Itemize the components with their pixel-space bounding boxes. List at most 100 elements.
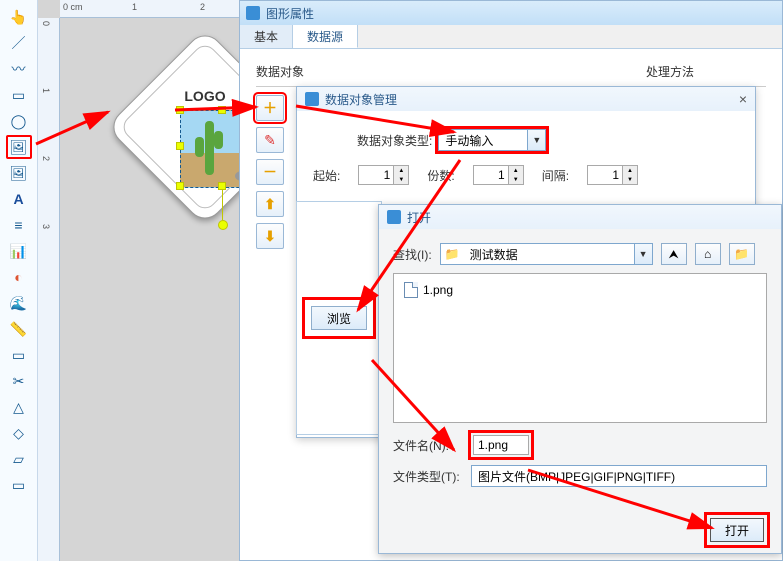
add-data-object-button[interactable]: ＋ [256,95,284,121]
edit-data-object-button[interactable]: ✎ [256,127,284,153]
cactus-icon [195,121,223,177]
file-name: 1.png [423,283,453,297]
tab-data-source[interactable]: 数据源 [293,25,358,48]
tool-ellipse[interactable]: ◯ [6,109,32,133]
start-label: 起始: [313,167,340,184]
tool-text[interactable]: A [6,187,32,211]
rotation-handle[interactable] [218,220,228,230]
lookin-input[interactable] [464,244,634,264]
tool-cut[interactable]: ✂ [6,369,32,393]
ruler-horizontal: 0 cm 1 2 [60,0,243,18]
browse-panel: 浏览 [296,201,382,435]
move-up-button[interactable]: ⬆ [256,191,284,217]
up-folder-button[interactable]: ⮝ [661,243,687,265]
tool-parallelogram[interactable]: ▱ [6,447,32,471]
tool-ruler[interactable]: 📏 [6,317,32,341]
move-down-button[interactable]: ⬇ [256,223,284,249]
dialog-titlebar[interactable]: 打开 [379,205,781,229]
filename-input[interactable] [473,435,529,455]
selection-handle[interactable] [176,106,184,114]
browse-button[interactable]: 浏览 [311,306,367,330]
file-item[interactable]: 1.png [400,280,760,300]
canvas[interactable]: LOGO [60,18,243,561]
open-button[interactable]: 打开 [710,518,764,542]
ruler-tick: 0 cm [63,2,83,12]
spin-down-icon[interactable]: ▼ [394,175,408,184]
selection-handle[interactable] [176,182,184,190]
tool-pointer[interactable]: 👆 [6,5,32,29]
lookin-label: 查找(I): [393,246,432,263]
browse-highlight: 浏览 [305,300,373,336]
tool-image[interactable]: 🖼 [6,135,32,159]
start-spinner[interactable]: ▲▼ [358,165,409,185]
filetype-combo[interactable] [471,465,767,487]
tool-image2[interactable]: 🖼 [6,161,32,185]
tool-barcode[interactable]: 📊 [6,239,32,263]
dialog-icon [305,92,319,106]
open-dialog: 打开 查找(I): 📁 ▼ ⮝ ⌂ 📁 1.png 文件名(N): [378,204,782,554]
panel-titlebar: 图形属性 [240,1,782,25]
tabs: 基本 数据源 [240,25,782,49]
count-label: 份数: [427,167,454,184]
logo-text: LOGO [184,88,225,104]
tool-rect[interactable]: ▭ [6,83,32,107]
tool-diamond[interactable]: ◇ [6,421,32,445]
home-button[interactable]: ⌂ [695,243,721,265]
folder-icon: 📁 [441,247,464,261]
tool-rect2[interactable]: ▭ [6,343,32,367]
tab-basic[interactable]: 基本 [240,25,293,48]
section-process-method: 处理方法 [646,63,766,80]
tool-paragraph[interactable]: ≡ [6,213,32,237]
tool-pie[interactable]: ◐ [6,265,32,289]
tool-triangle[interactable]: △ [6,395,32,419]
dialog-title: 数据对象管理 [325,91,397,108]
dialog-icon [387,210,401,224]
spin-down-icon[interactable]: ▼ [509,175,523,184]
type-label: 数据对象类型: [357,132,432,149]
panel-icon [246,6,260,20]
rotation-line [222,190,223,220]
lookin-combo[interactable]: 📁 ▼ [440,243,653,265]
file-list[interactable]: 1.png [393,273,767,423]
gap-label: 间隔: [542,167,569,184]
new-folder-button[interactable]: 📁 [729,243,755,265]
tool-wave[interactable]: 🌊 [6,291,32,315]
gap-spinner[interactable]: ▲▼ [587,165,638,185]
ruler-tick: 2 [200,2,205,12]
section-data-object: 数据对象 [256,63,376,80]
ruler-tick: 1 [132,2,137,12]
count-spinner[interactable]: ▲▼ [473,165,524,185]
chevron-down-icon[interactable]: ▼ [527,130,545,150]
spin-down-icon[interactable]: ▼ [623,175,637,184]
spin-up-icon[interactable]: ▲ [623,166,637,175]
file-icon [404,282,418,298]
count-input[interactable] [474,166,508,184]
gap-input[interactable] [588,166,622,184]
dialog-titlebar[interactable]: 数据对象管理 × [297,87,755,111]
ruler-vertical: 0 1 2 3 [38,18,60,561]
ruler-tick: 0 [41,21,51,26]
spin-up-icon[interactable]: ▲ [509,166,523,175]
canvas-area: 0 cm 1 2 0 1 2 3 LOGO [38,0,243,561]
filetype-label: 文件类型(T): [393,468,463,485]
remove-data-object-button[interactable]: － [256,159,284,185]
tool-curve[interactable]: 〰 [6,57,32,81]
selection-handle[interactable] [218,182,226,190]
selection-handle[interactable] [218,106,226,114]
data-object-type-combo[interactable]: ▼ [438,129,546,151]
left-toolbar: 👆 ／ 〰 ▭ ◯ 🖼 🖼 A ≡ 📊 ◐ 🌊 📏 ▭ ✂ △ ◇ ▱ ▭ [0,0,38,561]
start-input[interactable] [359,166,393,184]
tool-line[interactable]: ／ [6,31,32,55]
panel-title: 图形属性 [266,5,314,22]
chevron-down-icon[interactable]: ▼ [634,244,652,264]
filetype-input[interactable] [472,466,766,486]
selection-handle[interactable] [176,142,184,150]
tool-rect3[interactable]: ▭ [6,473,32,497]
ruler-tick: 1 [41,88,51,93]
data-object-toolbar: ＋ ✎ － ⬆ ⬇ [256,95,288,249]
ruler-tick: 2 [41,156,51,161]
close-icon[interactable]: × [739,91,747,107]
spin-up-icon[interactable]: ▲ [394,166,408,175]
data-object-type-input[interactable] [439,130,527,150]
dialog-title: 打开 [407,209,431,226]
